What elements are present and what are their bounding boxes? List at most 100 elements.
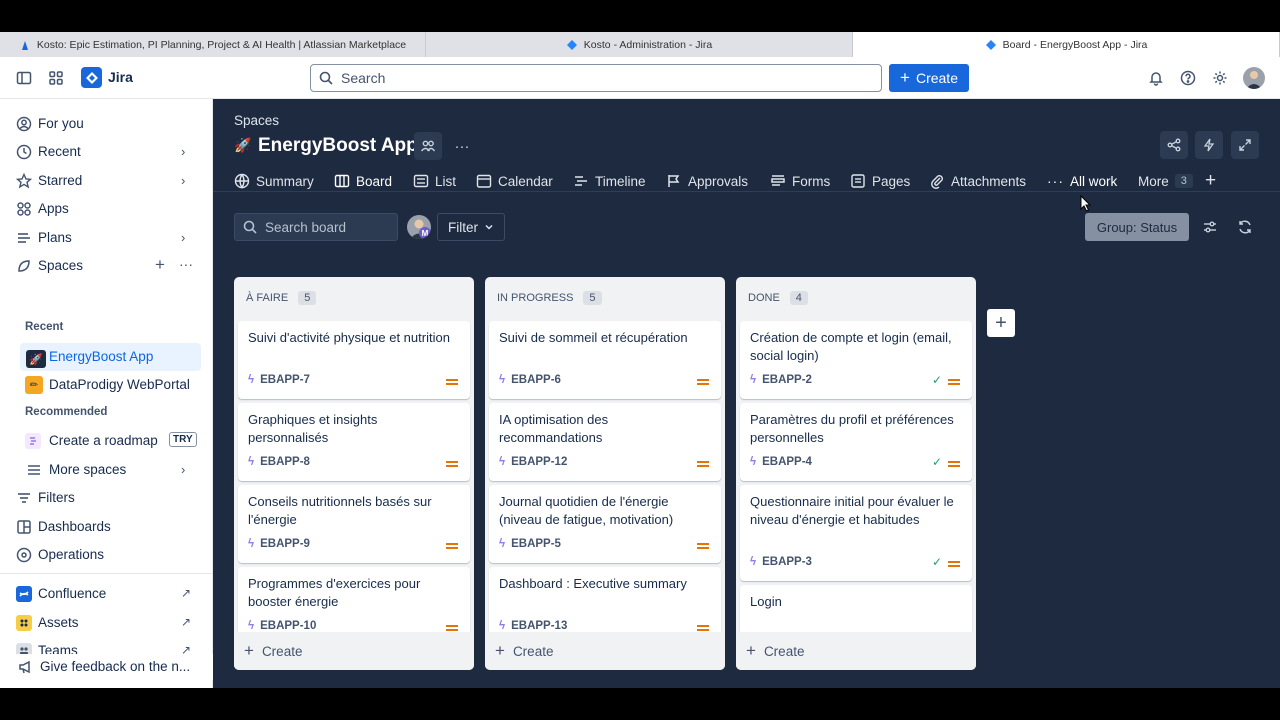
sidebar-item-filters[interactable]: Filters bbox=[0, 485, 213, 511]
tab-forms[interactable]: Forms bbox=[770, 169, 830, 193]
tab-approvals[interactable]: Approvals bbox=[666, 169, 748, 193]
lightning-icon: ϟ bbox=[499, 538, 506, 550]
sidebar-item-more-spaces[interactable]: More spaces › bbox=[0, 457, 213, 483]
tab-list[interactable]: List bbox=[413, 169, 456, 193]
notifications-icon[interactable] bbox=[1143, 65, 1169, 91]
create-issue-button[interactable]: + Create bbox=[485, 632, 725, 670]
issue-card[interactable]: IA optimisation des recommandations ϟ EBA… bbox=[489, 403, 721, 481]
tab-timeline[interactable]: Timeline bbox=[573, 169, 646, 193]
sidebar-item-create-roadmap[interactable]: Create a roadmap TRY bbox=[0, 428, 213, 454]
sidebar-item-label: Create a roadmap bbox=[49, 433, 158, 448]
create-issue-button[interactable]: + Create bbox=[234, 632, 474, 670]
team-icon[interactable] bbox=[414, 132, 442, 160]
board-icon bbox=[334, 174, 350, 188]
app-switcher-icon[interactable] bbox=[43, 65, 69, 91]
sidebar-item-for-you[interactable]: For you bbox=[0, 111, 213, 137]
browser-tab-active[interactable]: Board - EnergyBoost App - Jira bbox=[853, 32, 1280, 57]
browser-tab[interactable]: Kosto - Administration - Jira bbox=[426, 32, 853, 57]
column-name: DONE bbox=[748, 292, 780, 304]
issue-card[interactable]: Paramètres du profil et préférences pers… bbox=[740, 403, 972, 481]
user-avatar[interactable] bbox=[1243, 67, 1265, 89]
tab-all-work[interactable]: ··· All work bbox=[1047, 169, 1117, 193]
jira-icon bbox=[566, 39, 577, 50]
issue-card[interactable]: Graphiques et insights personnalisés ϟ EB… bbox=[238, 403, 470, 481]
issue-key: EBAPP-10 bbox=[260, 620, 317, 632]
breadcrumb[interactable]: Spaces bbox=[234, 113, 279, 128]
issue-card[interactable]: Création de compte et login (email, soci… bbox=[740, 321, 972, 399]
sidebar-space-energyboost[interactable]: 🚀 EnergyBoost App bbox=[20, 343, 201, 371]
tab-attachments[interactable]: Attachments bbox=[929, 169, 1026, 193]
issue-card[interactable]: Questionnaire initial pour évaluer le ni… bbox=[740, 485, 972, 581]
tab-label: List bbox=[435, 173, 457, 189]
more-options-icon[interactable]: ··· bbox=[179, 256, 193, 272]
tab-board[interactable]: Board bbox=[334, 169, 392, 193]
fullscreen-icon[interactable] bbox=[1231, 131, 1259, 159]
priority-medium-icon bbox=[697, 625, 709, 631]
share-icon[interactable] bbox=[1160, 131, 1188, 159]
priority-medium-icon bbox=[446, 625, 458, 631]
filter-button[interactable]: Filter bbox=[437, 213, 505, 241]
settings-gear-icon[interactable] bbox=[1207, 65, 1233, 91]
board-column-in-progress: IN PROGRESS 5 Suivi de sommeil et récupé… bbox=[485, 277, 725, 670]
add-column-button[interactable]: + bbox=[987, 309, 1015, 337]
issue-card[interactable]: Conseils nutritionnels basés sur l'énerg… bbox=[238, 485, 470, 563]
sidebar-item-label: Plans bbox=[38, 230, 72, 245]
help-icon[interactable] bbox=[1175, 65, 1201, 91]
tab-label: Attachments bbox=[951, 173, 1027, 189]
automation-lightning-icon[interactable] bbox=[1195, 131, 1223, 159]
sidebar-item-plans[interactable]: Plans › bbox=[0, 225, 213, 251]
sidebar-item-operations[interactable]: Operations bbox=[0, 542, 213, 568]
sidebar-space-dataprodigy[interactable]: ✏ DataProdigy WebPortal bbox=[0, 372, 213, 398]
column-count-badge: 5 bbox=[298, 291, 317, 305]
sidebar-item-spaces[interactable]: Spaces + ··· bbox=[0, 253, 213, 279]
jira-logo-icon[interactable] bbox=[81, 67, 102, 88]
chevron-right-icon[interactable]: › bbox=[181, 462, 185, 477]
column-name: IN PROGRESS bbox=[497, 292, 574, 304]
search-icon bbox=[319, 71, 333, 85]
more-options-icon[interactable]: ··· bbox=[448, 132, 476, 160]
chevron-right-icon[interactable]: › bbox=[181, 144, 185, 159]
card-title: Graphiques et insights personnalisés bbox=[248, 412, 378, 445]
chevron-right-icon[interactable]: › bbox=[181, 230, 185, 245]
issue-card[interactable]: Suivi de sommeil et récupération ϟ EBAPP-… bbox=[489, 321, 721, 399]
tab-calendar[interactable]: Calendar bbox=[476, 169, 553, 193]
group-by-button[interactable]: Group: Status bbox=[1085, 213, 1189, 241]
tab-more[interactable]: More 3 bbox=[1138, 169, 1193, 193]
search-input[interactable]: Search bbox=[310, 64, 882, 92]
sidebar-item-confluence[interactable]: Confluence ↗ bbox=[0, 581, 213, 607]
sidebar-item-assets[interactable]: Assets ↗ bbox=[0, 610, 213, 636]
column-header[interactable]: DONE 4 bbox=[748, 291, 808, 305]
assignee-avatar[interactable]: M bbox=[407, 215, 431, 239]
add-tab-icon[interactable]: + bbox=[1205, 169, 1216, 193]
sidebar-toggle-icon[interactable] bbox=[11, 65, 37, 91]
sidebar-item-dashboards[interactable]: Dashboards bbox=[0, 514, 213, 540]
sidebar-item-recent[interactable]: Recent › bbox=[0, 139, 213, 165]
create-issue-button[interactable]: + Create bbox=[736, 632, 976, 670]
column-header[interactable]: IN PROGRESS 5 bbox=[497, 291, 602, 305]
refresh-icon[interactable] bbox=[1231, 213, 1259, 241]
issue-card[interactable]: Suivi d'activité physique et nutrition ϟ… bbox=[238, 321, 470, 399]
sidebar-item-starred[interactable]: Starred › bbox=[0, 168, 213, 194]
section-header-recommended: Recommended bbox=[25, 406, 108, 418]
column-header[interactable]: À FAIRE 5 bbox=[246, 291, 317, 305]
tab-summary[interactable]: Summary bbox=[234, 169, 314, 193]
sidebar-item-apps[interactable]: Apps bbox=[0, 196, 213, 222]
board-search-input[interactable]: Search board bbox=[234, 213, 398, 241]
feedback-link[interactable]: Give feedback on the n... bbox=[0, 654, 213, 680]
chevron-right-icon[interactable]: › bbox=[181, 173, 185, 188]
issue-card[interactable]: Journal quotidien de l'énergie (niveau d… bbox=[489, 485, 721, 563]
app-name[interactable]: Jira bbox=[108, 69, 133, 85]
issue-key: EBAPP-9 bbox=[260, 538, 310, 550]
issue-key: EBAPP-13 bbox=[511, 620, 568, 632]
column-count-badge: 4 bbox=[789, 291, 808, 305]
tab-pages[interactable]: Pages bbox=[850, 169, 910, 193]
browser-tab[interactable]: Kosto: Epic Estimation, PI Planning, Pro… bbox=[0, 32, 426, 57]
view-settings-icon[interactable] bbox=[1196, 213, 1224, 241]
priority-medium-icon bbox=[446, 379, 458, 385]
sidebar-item-label: For you bbox=[38, 116, 84, 131]
lightning-icon: ϟ bbox=[248, 620, 255, 632]
create-button[interactable]: + Create bbox=[889, 64, 969, 92]
add-space-icon[interactable]: + bbox=[155, 255, 165, 275]
card-title: Suivi de sommeil et récupération bbox=[499, 330, 688, 345]
priority-medium-icon bbox=[697, 379, 709, 385]
